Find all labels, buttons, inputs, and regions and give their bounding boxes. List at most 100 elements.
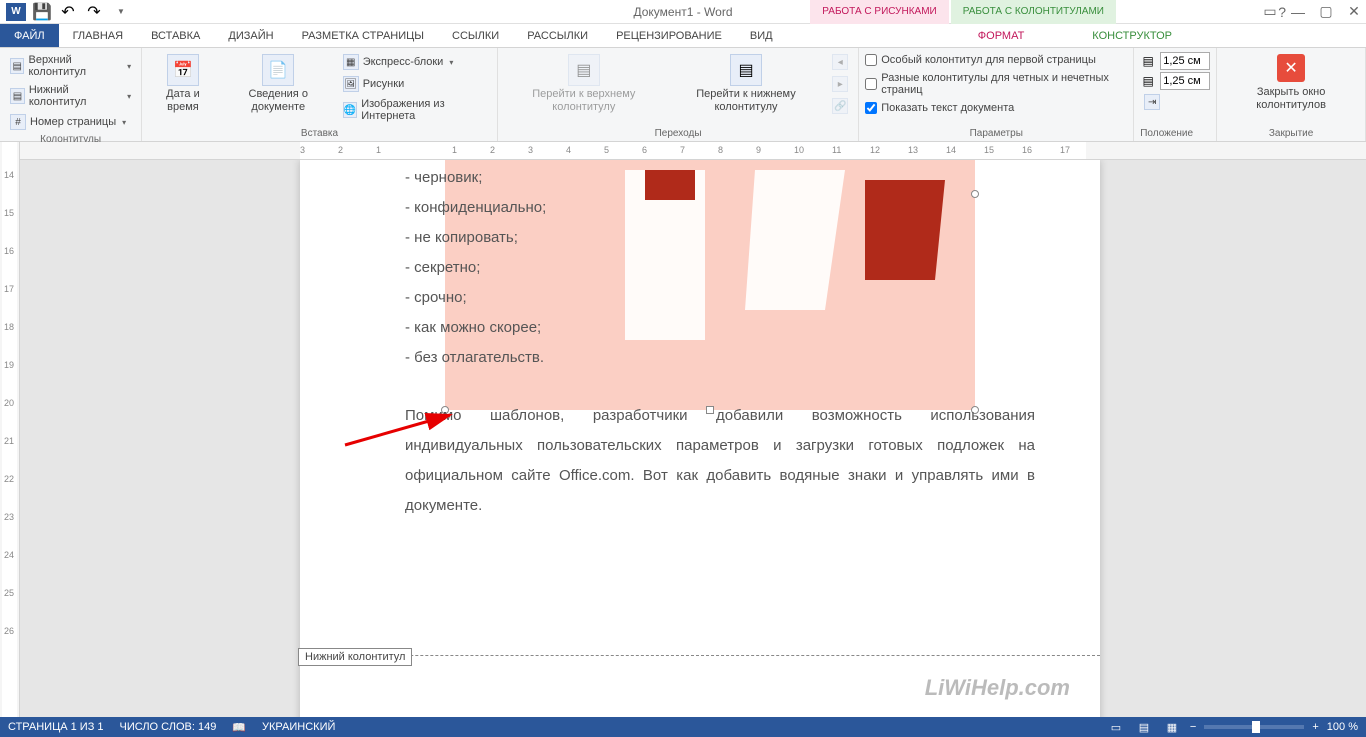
redo-icon[interactable]: ↷ (82, 1, 106, 23)
page-number-button[interactable]: #Номер страницы▾ (6, 112, 135, 132)
header-from-top-icon: ▤ (1140, 53, 1156, 69)
quickparts-button[interactable]: ▦Экспресс-блоки▾ (339, 52, 491, 72)
status-language[interactable]: УКРАИНСКИЙ (262, 721, 335, 733)
contextual-headers-tab[interactable]: РАБОТА С КОЛОНТИТУЛАМИ (951, 0, 1116, 24)
zoom-slider-thumb[interactable] (1252, 721, 1260, 733)
horizontal-ruler[interactable]: 3211234567891011121314151617 (20, 142, 1366, 160)
goto-footer-button[interactable]: ▤Перейти к нижнему колонтитулу (668, 52, 825, 116)
ribbon-display-icon[interactable]: ▭ (1262, 4, 1278, 20)
picture-icon: 🖼 (343, 76, 359, 92)
next-button: ▸ (828, 74, 852, 94)
view-read-mode-icon[interactable]: ▭ (1106, 719, 1126, 735)
header-from-top-input[interactable] (1160, 52, 1210, 70)
online-pictures-button[interactable]: 🌐Изображения из Интернета (339, 96, 491, 124)
close-icon: ✕ (1277, 54, 1305, 82)
group-position-label: Положение (1140, 126, 1193, 139)
ribbon-tabs: ФАЙЛ ГЛАВНАЯ ВСТАВКА ДИЗАЙН РАЗМЕТКА СТР… (0, 24, 1366, 48)
close-header-footer-button[interactable]: ✕Закрыть окно колонтитулов (1223, 52, 1359, 114)
tab-view[interactable]: ВИД (736, 24, 787, 47)
close-window-icon[interactable]: ✕ (1346, 4, 1362, 20)
tab-references[interactable]: ССЫЛКИ (438, 24, 513, 47)
vertical-ruler[interactable]: 14151617181920212223242526 (0, 142, 20, 717)
link-button: 🔗 (828, 96, 852, 116)
contextual-pictures-tab[interactable]: РАБОТА С РИСУНКАМИ (810, 0, 948, 24)
minimize-icon[interactable]: — (1290, 4, 1306, 20)
document-paragraph[interactable]: Помимо шаблонов, разработчики добавили в… (405, 401, 1035, 521)
header-button[interactable]: ▤Верхний колонтитул▾ (6, 52, 135, 80)
doc-info-button[interactable]: 📄Сведения о документе (222, 52, 335, 116)
group-insert: 📅Дата и время 📄Сведения о документе ▦Экс… (142, 48, 498, 141)
tab-format[interactable]: ФОРМАТ (964, 24, 1039, 47)
qat-customize-icon[interactable]: ▼ (108, 1, 132, 23)
tab-review[interactable]: РЕЦЕНЗИРОВАНИЕ (602, 24, 736, 47)
tab-constructor[interactable]: КОНСТРУКТОР (1078, 24, 1186, 47)
status-bar: СТРАНИЦА 1 ИЗ 1 ЧИСЛО СЛОВ: 149 📖 УКРАИН… (0, 717, 1366, 737)
document-line[interactable]: - секретно; (405, 253, 1035, 283)
group-options-label: Параметры (865, 126, 1127, 139)
status-page[interactable]: СТРАНИЦА 1 ИЗ 1 (8, 721, 104, 733)
goto-header-icon: ▤ (568, 54, 600, 86)
quick-access-toolbar: W 💾 ↶ ↷ ▼ (0, 1, 132, 23)
document-title: Документ1 - Word (633, 5, 732, 19)
tab-insert[interactable]: ВСТАВКА (137, 24, 214, 47)
datetime-button[interactable]: 📅Дата и время (148, 52, 218, 116)
group-close-label: Закрытие (1223, 126, 1359, 139)
document-line[interactable]: - без отлагательств. (405, 343, 1035, 373)
insert-alignment-tab-button[interactable]: ⇥ (1140, 92, 1210, 112)
calendar-icon: 📅 (167, 54, 199, 86)
document-area[interactable]: - черновик;- конфиденциально;- не копиро… (20, 160, 1366, 717)
document-line[interactable]: - как можно скорее; (405, 313, 1035, 343)
footer-label-tab[interactable]: Нижний колонтитул (298, 648, 412, 666)
view-web-layout-icon[interactable]: ▦ (1162, 719, 1182, 735)
quickparts-icon: ▦ (343, 54, 359, 70)
tab-file[interactable]: ФАЙЛ (0, 24, 59, 47)
document-icon: 📄 (262, 54, 294, 86)
view-print-layout-icon[interactable]: ▤ (1134, 719, 1154, 735)
odd-even-checkbox[interactable]: Разные колонтитулы для четных и нечетных… (865, 70, 1127, 98)
group-close: ✕Закрыть окно колонтитулов Закрытие (1217, 48, 1366, 141)
undo-icon[interactable]: ↶ (56, 1, 80, 23)
save-icon[interactable]: 💾 (30, 1, 54, 23)
page-number-icon: # (10, 114, 26, 130)
header-icon: ▤ (10, 58, 24, 74)
maximize-icon[interactable]: ▢ (1318, 4, 1334, 20)
status-word-count[interactable]: ЧИСЛО СЛОВ: 149 (120, 721, 217, 733)
status-spellcheck-icon[interactable]: 📖 (232, 721, 246, 734)
group-headers: ▤Верхний колонтитул▾ ▤Нижний колонтитул▾… (0, 48, 142, 141)
tab-design[interactable]: ДИЗАЙН (214, 24, 287, 47)
document-line[interactable]: - конфиденциально; (405, 193, 1035, 223)
goto-footer-icon: ▤ (730, 54, 762, 86)
page[interactable]: - черновик;- конфиденциально;- не копиро… (300, 160, 1100, 717)
document-line[interactable]: - не копировать; (405, 223, 1035, 253)
show-text-checkbox[interactable]: Показать текст документа (865, 100, 1127, 116)
pictures-button[interactable]: 🖼Рисунки (339, 74, 491, 94)
previous-button: ◂ (828, 52, 852, 72)
document-line[interactable]: - срочно; (405, 283, 1035, 313)
group-options: Особый колонтитул для первой страницы Ра… (859, 48, 1134, 141)
goto-header-button[interactable]: ▤Перейти к верхнему колонтитулу (504, 52, 664, 116)
document-body-text[interactable]: - черновик;- конфиденциально;- не копиро… (405, 163, 1035, 521)
zoom-out-button[interactable]: − (1190, 721, 1196, 733)
title-bar: W 💾 ↶ ↷ ▼ Документ1 - Word РАБОТА С РИСУ… (0, 0, 1366, 24)
zoom-slider[interactable] (1204, 725, 1304, 729)
tab-mailings[interactable]: РАССЫЛКИ (513, 24, 602, 47)
footer-from-bottom-input[interactable] (1160, 72, 1210, 90)
tab-icon: ⇥ (1144, 94, 1160, 110)
footer-button[interactable]: ▤Нижний колонтитул▾ (6, 82, 135, 110)
group-navigation: ▤Перейти к верхнему колонтитулу ▤Перейти… (498, 48, 859, 141)
word-app-icon[interactable]: W (4, 1, 28, 23)
site-watermark-text: LiWiHelp.com (925, 675, 1070, 701)
group-position: ▤ ▤ ⇥ Положение (1134, 48, 1217, 141)
annotation-arrow-icon (340, 410, 460, 450)
tab-layout[interactable]: РАЗМЕТКА СТРАНИЦЫ (288, 24, 438, 47)
first-page-checkbox[interactable]: Особый колонтитул для первой страницы (865, 52, 1127, 68)
zoom-level[interactable]: 100 % (1327, 721, 1358, 733)
footer-icon: ▤ (10, 88, 25, 104)
tab-home[interactable]: ГЛАВНАЯ (59, 24, 137, 47)
footer-from-bottom-icon: ▤ (1140, 73, 1156, 89)
group-nav-label: Переходы (504, 126, 852, 139)
document-line[interactable]: - черновик; (405, 163, 1035, 193)
group-insert-label: Вставка (148, 126, 491, 139)
zoom-in-button[interactable]: + (1312, 721, 1318, 733)
footer-boundary (300, 655, 1100, 656)
